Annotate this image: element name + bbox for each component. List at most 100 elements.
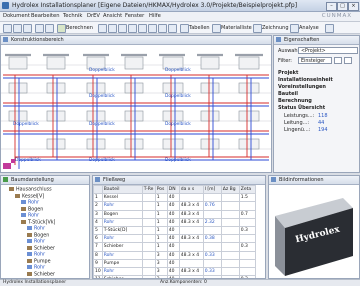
menu-fenster[interactable]: Fenster xyxy=(125,13,144,19)
table-cell[interactable] xyxy=(220,242,240,252)
table-cell[interactable]: 7 xyxy=(93,242,103,252)
column-header[interactable]: Pos xyxy=(154,184,168,195)
tree-item[interactable]: Schieber xyxy=(27,271,55,277)
table-cell[interactable] xyxy=(178,258,204,268)
tree-item[interactable]: Hausanschluss xyxy=(9,187,52,193)
tabellen-button[interactable]: Tabellen xyxy=(189,25,210,31)
table-cell[interactable]: T-Stück[D] xyxy=(101,225,143,236)
menu-technik[interactable]: Technik xyxy=(63,13,82,19)
table-cell[interactable]: 1 xyxy=(93,193,103,203)
table-cell[interactable] xyxy=(220,201,240,211)
table-cell[interactable]: 40 xyxy=(166,217,180,227)
zoom-icon[interactable] xyxy=(168,24,177,33)
column-header[interactable]: Zeta xyxy=(238,184,256,195)
cut-icon[interactable] xyxy=(98,24,107,33)
new-document-icon[interactable] xyxy=(3,24,12,33)
table-cell[interactable]: 1 xyxy=(154,201,168,211)
analyse-button[interactable]: Analyse xyxy=(299,25,319,31)
table-cell[interactable]: 40 xyxy=(166,225,180,236)
table-cell[interactable]: 0.33 xyxy=(202,266,222,277)
table-cell[interactable] xyxy=(202,209,222,219)
table-cell[interactable]: 40 xyxy=(166,201,180,211)
table-cell[interactable]: 48.3 x 4 xyxy=(178,209,204,219)
table-cell[interactable]: 8 xyxy=(93,250,103,260)
table-cell[interactable] xyxy=(220,193,240,203)
table-cell[interactable] xyxy=(141,193,156,203)
table-cell[interactable]: 4 xyxy=(93,217,103,227)
pipe-schematic[interactable] xyxy=(1,45,271,173)
menu-drev[interactable]: DrEV xyxy=(87,13,100,19)
materialliste-button[interactable]: Materialliste xyxy=(221,25,252,31)
tree-item[interactable]: Rohr xyxy=(27,265,45,271)
table-cell[interactable] xyxy=(141,225,156,236)
table-cell[interactable]: 6 xyxy=(93,234,103,244)
table-cell[interactable]: 48.3 x 4 xyxy=(178,250,204,260)
table-cell[interactable] xyxy=(238,234,256,244)
table-cell[interactable]: Rohr xyxy=(101,201,143,211)
section-projekt[interactable]: Projekt xyxy=(278,70,298,76)
table-cell[interactable] xyxy=(178,225,204,236)
table-cell[interactable]: 48.3 x 4 xyxy=(178,266,204,277)
table-cell[interactable]: 0.7 xyxy=(238,209,256,219)
table-cell[interactable]: 40 xyxy=(166,193,180,203)
section-voreinstellungen[interactable]: Voreinstellungen xyxy=(278,84,326,90)
dropdown-arrow-icon[interactable] xyxy=(325,24,334,33)
tree-item[interactable]: Rohr xyxy=(21,213,39,219)
table-cell[interactable]: 40 xyxy=(166,266,180,277)
table-row[interactable]: 6 Rohr 1 40 48.3 x 4 0.38 xyxy=(93,234,256,244)
section-berechnung[interactable]: Berechnung xyxy=(278,98,312,104)
table-cell[interactable]: 5 xyxy=(93,225,103,236)
expand-icon[interactable] xyxy=(344,57,352,64)
construction-area[interactable]: Konstruktionsbereich Doppelblick Doppelb… xyxy=(0,35,272,173)
menu-hilfe[interactable]: Hilfe xyxy=(149,13,161,19)
table-cell[interactable]: Rohr xyxy=(101,250,143,260)
table-cell[interactable]: 10 xyxy=(93,266,103,277)
table-cell[interactable] xyxy=(238,217,256,227)
table-cell[interactable]: 9 xyxy=(93,258,103,268)
table-cell[interactable] xyxy=(141,209,156,219)
tree-item[interactable]: Rohr xyxy=(21,200,39,206)
table-cell[interactable] xyxy=(141,258,156,268)
column-header[interactable]: Bauteil xyxy=(101,184,143,195)
table-cell[interactable]: 0.33 xyxy=(202,250,222,260)
table-cell[interactable] xyxy=(220,225,240,236)
table-cell[interactable] xyxy=(220,258,240,268)
table-cell[interactable]: 1 xyxy=(154,217,168,227)
table-icon[interactable] xyxy=(180,24,189,33)
table-cell[interactable]: Pumpe xyxy=(101,258,143,268)
table-cell[interactable]: 0.76 xyxy=(202,201,222,211)
grid-icon[interactable] xyxy=(158,24,167,33)
column-header[interactable]: T-Re xyxy=(141,184,156,195)
table-cell[interactable]: 1 xyxy=(154,209,168,219)
table-cell[interactable]: 40 xyxy=(166,250,180,260)
undo-icon[interactable] xyxy=(35,24,44,33)
table-cell[interactable]: 1 xyxy=(154,242,168,252)
table-cell[interactable] xyxy=(220,266,240,277)
material-list-icon[interactable] xyxy=(212,24,221,33)
table-cell[interactable]: 1 xyxy=(154,234,168,244)
tree-item[interactable]: Bogen xyxy=(21,206,43,212)
tree-item[interactable]: Bogen xyxy=(27,232,49,238)
table-cell[interactable]: 40 xyxy=(166,234,180,244)
maximize-button[interactable]: □ xyxy=(337,2,348,11)
copy-icon[interactable] xyxy=(108,24,117,33)
minimize-button[interactable]: – xyxy=(326,2,337,11)
line-icon[interactable] xyxy=(148,24,157,33)
table-row[interactable]: 10 Rohr 3 40 48.3 x 4 0.33 xyxy=(93,266,256,277)
menu-dokument[interactable]: Dokument xyxy=(3,13,30,19)
tree-item[interactable]: Rohr xyxy=(27,226,45,232)
tree-item[interactable]: Schieber xyxy=(27,245,55,251)
tree-item[interactable]: Pumpe xyxy=(27,258,51,264)
table-cell[interactable]: Rohr xyxy=(101,217,143,227)
tree-item[interactable]: Rohr xyxy=(27,252,45,258)
table-cell[interactable]: 40 xyxy=(166,209,180,219)
table-row[interactable]: 9 Pumpe 3 40 xyxy=(93,258,256,268)
table-cell[interactable] xyxy=(238,266,256,277)
table-cell[interactable] xyxy=(202,258,222,268)
table-cell[interactable] xyxy=(141,266,156,277)
table-cell[interactable]: 0.3 xyxy=(238,225,256,236)
table-cell[interactable]: 1.5 xyxy=(238,193,256,203)
table-cell[interactable] xyxy=(141,217,156,227)
table-cell[interactable] xyxy=(178,193,204,203)
table-row[interactable]: 8 Rohr 3 40 48.3 x 4 0.33 xyxy=(93,250,256,260)
